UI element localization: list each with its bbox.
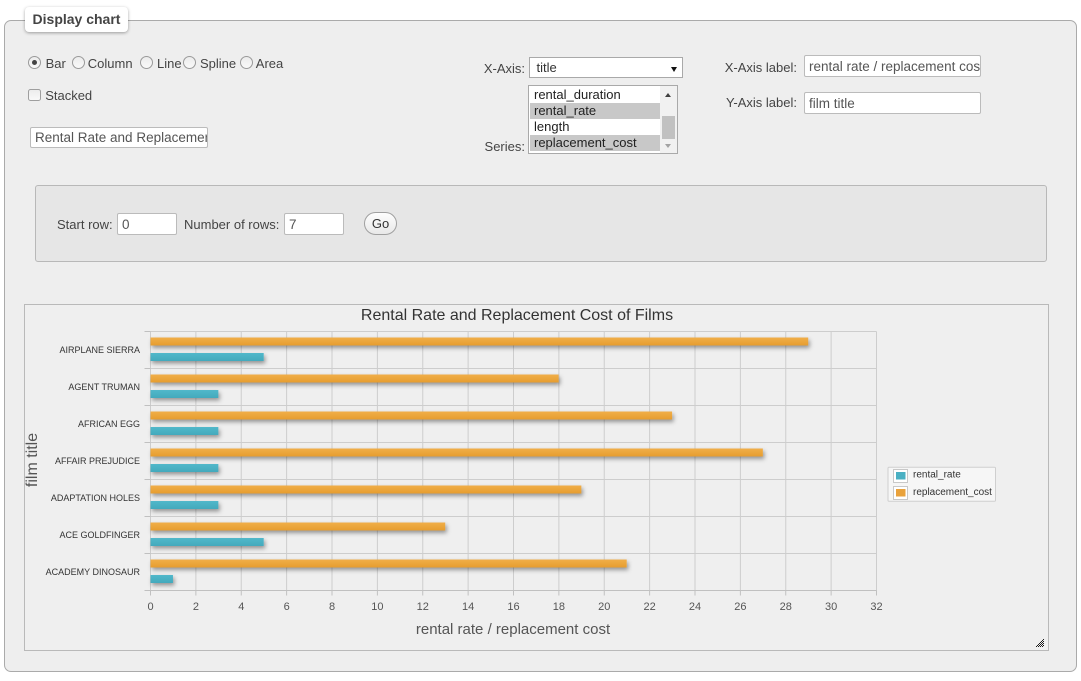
svg-text:ADAPTATION HOLES: ADAPTATION HOLES <box>51 493 140 503</box>
svg-text:28: 28 <box>780 601 792 613</box>
svg-text:4: 4 <box>238 601 244 613</box>
svg-text:22: 22 <box>644 601 656 613</box>
svg-text:14: 14 <box>462 601 474 613</box>
svg-text:rental rate / replacement cost: rental rate / replacement cost <box>416 621 611 638</box>
svg-text:32: 32 <box>870 601 882 613</box>
svg-text:16: 16 <box>507 601 519 613</box>
svg-text:2: 2 <box>193 601 199 613</box>
svg-text:10: 10 <box>371 601 383 613</box>
svg-text:replacement_cost: replacement_cost <box>913 487 992 498</box>
svg-text:24: 24 <box>689 601 701 613</box>
svg-text:12: 12 <box>417 601 429 613</box>
svg-text:AGENT TRUMAN: AGENT TRUMAN <box>68 382 140 392</box>
svg-text:8: 8 <box>329 601 335 613</box>
svg-text:film title: film title <box>24 433 41 487</box>
svg-text:AIRPLANE SIERRA: AIRPLANE SIERRA <box>59 345 140 355</box>
svg-text:6: 6 <box>284 601 290 613</box>
svg-text:18: 18 <box>553 601 565 613</box>
svg-text:AFRICAN EGG: AFRICAN EGG <box>78 419 140 429</box>
svg-text:AFFAIR PREJUDICE: AFFAIR PREJUDICE <box>55 456 140 466</box>
svg-text:rental_rate: rental_rate <box>913 469 961 480</box>
svg-text:ACE GOLDFINGER: ACE GOLDFINGER <box>59 530 140 540</box>
svg-text:26: 26 <box>734 601 746 613</box>
svg-text:20: 20 <box>598 601 610 613</box>
svg-text:Rental Rate and Replacement Co: Rental Rate and Replacement Cost of Film… <box>361 307 673 324</box>
svg-text:ACADEMY DINOSAUR: ACADEMY DINOSAUR <box>46 567 141 577</box>
svg-text:0: 0 <box>147 601 153 613</box>
svg-text:30: 30 <box>825 601 837 613</box>
